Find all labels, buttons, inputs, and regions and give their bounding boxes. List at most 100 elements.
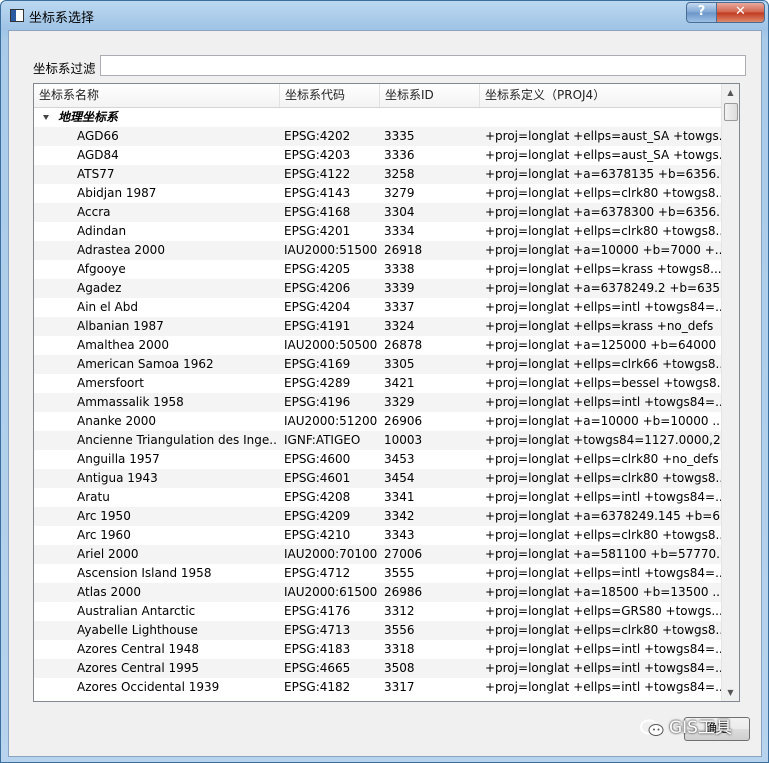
table-row[interactable]: Accra EPSG:4168 3304 +proj=longlat +a=63783…: [34, 203, 721, 222]
table-row[interactable]: ATS77 EPSG:4122 3258 +proj=longlat +a=63781…: [34, 165, 721, 184]
header-code[interactable]: 坐标系代码: [280, 84, 380, 107]
cell-id: 3454: [384, 471, 415, 485]
table-row[interactable]: Anguilla 1957 EPSG:4600 3453 +proj=longlat …: [34, 450, 721, 469]
table-row[interactable]: Atlas 2000 IAU2000:61500 26986 +proj=longla…: [34, 583, 721, 602]
table-row[interactable]: Ain el Abd EPSG:4204 3337 +proj=longlat +el…: [34, 298, 721, 317]
close-button[interactable]: ✕: [716, 2, 765, 23]
table-row[interactable]: Azores Occidental 1939 EPSG:4182 3317 +proj…: [34, 678, 721, 697]
cell-code: EPSG:4122: [284, 167, 351, 181]
table-row[interactable]: Ascension Island 1958 EPSG:4712 3555 +proj=…: [34, 564, 721, 583]
cell-name: Azores Occidental 1939: [77, 680, 220, 694]
header-name[interactable]: 坐标系名称: [34, 84, 280, 107]
table-row[interactable]: Ayabelle Lighthouse EPSG:4713 3556 +proj=lo…: [34, 621, 721, 640]
cell-id: 3312: [384, 604, 415, 618]
cell-id: 3421: [384, 376, 415, 390]
cell-code: IGNF:ATIGEO: [284, 433, 361, 447]
cell-definition: +proj=longlat +ellps=clrk80 +towgs8...: [485, 224, 721, 238]
group-row-geographic[interactable]: 地理坐标系: [34, 108, 721, 127]
cell-name: Azores Central 1995: [77, 661, 200, 675]
cell-name: Amalthea 2000: [77, 338, 169, 352]
cell-definition: +proj=longlat +a=10000 +b=7000 +...: [485, 243, 721, 257]
table-row[interactable]: AGD84 EPSG:4203 3336 +proj=longlat +ellps=a…: [34, 146, 721, 165]
cell-code: EPSG:4196: [284, 395, 351, 409]
vertical-scrollbar[interactable]: ▲ ▼: [721, 84, 739, 701]
cell-name: Afgooye: [77, 262, 126, 276]
table-header: 坐标系名称 坐标系代码 坐标系ID 坐标系定义（PROJ4）: [34, 84, 721, 108]
cell-definition: +proj=longlat +ellps=intl +towgs84=...: [485, 395, 721, 409]
cell-id: 3318: [384, 642, 415, 656]
cell-definition: +proj=longlat +ellps=clrk80 +towgs8...: [485, 623, 721, 637]
cell-id: 3337: [384, 300, 415, 314]
table-row[interactable]: Antigua 1943 EPSG:4601 3454 +proj=longlat +…: [34, 469, 721, 488]
filter-input[interactable]: [100, 55, 746, 76]
scroll-thumb[interactable]: [724, 103, 738, 121]
cell-code: EPSG:4210: [284, 528, 351, 542]
header-id[interactable]: 坐标系ID: [380, 84, 480, 107]
cell-code: EPSG:4205: [284, 262, 351, 276]
wechat-icon: [640, 719, 664, 736]
scroll-up-icon[interactable]: ▲: [722, 84, 739, 101]
cell-name: Anguilla 1957: [77, 452, 160, 466]
scroll-down-icon[interactable]: ▼: [722, 684, 739, 701]
table-row[interactable]: Ariel 2000 IAU2000:70100 27006 +proj=longla…: [34, 545, 721, 564]
cell-name: Abidjan 1987: [77, 186, 157, 200]
cell-definition: +proj=longlat +ellps=intl +towgs84=...: [485, 490, 721, 504]
cell-definition: +proj=longlat +a=125000 +b=64000 ...: [485, 338, 721, 352]
cell-id: 3556: [384, 623, 415, 637]
cell-name: Adindan: [77, 224, 127, 238]
table-row[interactable]: Ancienne Triangulation des Inge... IGNF:A…: [34, 431, 721, 450]
cell-code: IAU2000:61500: [284, 585, 378, 599]
table-row[interactable]: Amersfoort EPSG:4289 3421 +proj=longlat +el…: [34, 374, 721, 393]
cell-name: Adrastea 2000: [77, 243, 165, 257]
table-row[interactable]: Albanian 1987 EPSG:4191 3324 +proj=longlat …: [34, 317, 721, 336]
cell-id: 3305: [384, 357, 415, 371]
table-row[interactable]: Adindan EPSG:4201 3334 +proj=longlat +ellps…: [34, 222, 721, 241]
table-row[interactable]: AGD66 EPSG:4202 3335 +proj=longlat +ellps=a…: [34, 127, 721, 146]
cell-id: 3343: [384, 528, 415, 542]
cell-code: EPSG:4209: [284, 509, 351, 523]
cell-code: EPSG:4206: [284, 281, 351, 295]
cell-code: EPSG:4176: [284, 604, 351, 618]
cell-code: EPSG:4600: [284, 452, 351, 466]
table-row[interactable]: Ammassalik 1958 EPSG:4196 3329 +proj=longla…: [34, 393, 721, 412]
ok-button[interactable]: 确定: [684, 717, 750, 741]
cell-name: Amersfoort: [77, 376, 145, 390]
cell-name: AGD66: [77, 129, 119, 143]
table-row[interactable]: Arc 1950 EPSG:4209 3342 +proj=longlat +a=63…: [34, 507, 721, 526]
table-row[interactable]: Azores Central 1948 EPSG:4183 3318 +proj=lo…: [34, 640, 721, 659]
cell-name: Ananke 2000: [77, 414, 157, 428]
table-row[interactable]: Abidjan 1987 EPSG:4143 3279 +proj=longlat +…: [34, 184, 721, 203]
table-row[interactable]: Australian Antarctic EPSG:4176 3312 +proj=l…: [34, 602, 721, 621]
cell-name: Ammassalik 1958: [77, 395, 184, 409]
cell-definition: +proj=longlat +a=6378249.145 +b=6...: [485, 509, 721, 523]
cell-name: Arc 1950: [77, 509, 131, 523]
cell-name: Ariel 2000: [77, 547, 139, 561]
cell-name: Agadez: [77, 281, 122, 295]
table-row[interactable]: Aratu EPSG:4208 3341 +proj=longlat +ellps=i…: [34, 488, 721, 507]
cell-definition: +proj=longlat +a=6378249.2 +b=635...: [485, 281, 721, 295]
cell-definition: +proj=longlat +a=10000 +b=10000 ...: [485, 414, 721, 428]
cell-id: 3555: [384, 566, 415, 580]
table-row[interactable]: Afgooye EPSG:4205 3338 +proj=longlat +ellps…: [34, 260, 721, 279]
title-bar[interactable]: 坐标系选择 ? ✕: [1, 1, 768, 29]
table-row[interactable]: Ananke 2000 IAU2000:51200 26906 +proj=longl…: [34, 412, 721, 431]
header-definition[interactable]: 坐标系定义（PROJ4）: [480, 84, 721, 107]
cell-code: EPSG:4183: [284, 642, 351, 656]
table-row[interactable]: Adrastea 2000 IAU2000:51500 26918 +proj=lon…: [34, 241, 721, 260]
cell-id: 3258: [384, 167, 415, 181]
help-button[interactable]: ?: [686, 2, 717, 23]
cell-code: IAU2000:51200: [284, 414, 378, 428]
table-row[interactable]: Azores Central 1995 EPSG:4665 3508 +proj=lo…: [34, 659, 721, 678]
cell-id: 26986: [384, 585, 423, 599]
cell-name: Ascension Island 1958: [77, 566, 212, 580]
table-row[interactable]: Amalthea 2000 IAU2000:50500 26878 +proj=lon…: [34, 336, 721, 355]
table-row[interactable]: Arc 1960 EPSG:4210 3343 +proj=longlat +ellp…: [34, 526, 721, 545]
expand-arrow-icon[interactable]: [43, 115, 49, 120]
table-row[interactable]: American Samoa 1962 EPSG:4169 3305 +proj=lo…: [34, 355, 721, 374]
cell-name: American Samoa 1962: [77, 357, 214, 371]
cell-name: Atlas 2000: [77, 585, 141, 599]
cell-id: 3338: [384, 262, 415, 276]
table-row[interactable]: Agadez EPSG:4206 3339 +proj=longlat +a=6378…: [34, 279, 721, 298]
cell-definition: +proj=longlat +a=18500 +b=13500 ...: [485, 585, 721, 599]
cell-id: 3279: [384, 186, 415, 200]
